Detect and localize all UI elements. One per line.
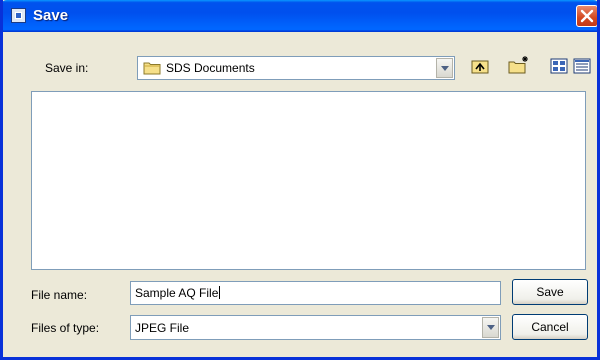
close-button[interactable] (576, 5, 597, 27)
save-in-dropdown-arrow[interactable] (436, 58, 453, 78)
file-name-value-text: Sample AQ File (135, 286, 221, 300)
file-name-label: File name: (31, 288, 88, 302)
folder-icon (143, 62, 161, 75)
text-caret (219, 286, 221, 299)
file-type-label: Files of type: (31, 321, 100, 335)
window-title: Save (33, 7, 69, 24)
save-dialog: Save Save in: SDS Documents File name: S… (0, 0, 600, 360)
details-view-icon (573, 58, 591, 74)
file-type-dropdown[interactable]: JPEG File (130, 315, 501, 340)
file-name-value: Sample AQ File (135, 286, 219, 300)
app-icon (11, 8, 26, 23)
close-icon (580, 9, 594, 23)
save-in-label: Save in: (45, 61, 89, 75)
create-new-folder-button[interactable] (507, 54, 531, 76)
chevron-down-icon (441, 66, 449, 71)
file-name-input[interactable]: Sample AQ File (130, 281, 501, 305)
file-list[interactable] (31, 91, 586, 270)
file-type-dropdown-arrow[interactable] (482, 317, 499, 338)
title-bar[interactable]: Save (3, 0, 597, 32)
up-one-level-button[interactable] (469, 56, 493, 78)
chevron-down-icon (487, 325, 495, 330)
save-in-dropdown[interactable]: SDS Documents (137, 56, 455, 80)
file-type-value: JPEG File (135, 321, 190, 335)
details-view-button[interactable] (572, 56, 594, 78)
new-folder-icon (508, 56, 528, 74)
save-in-value: SDS Documents (166, 61, 255, 75)
cancel-button[interactable]: Cancel (512, 314, 588, 340)
up-folder-icon (471, 60, 489, 74)
view-menu-button[interactable] (549, 56, 571, 78)
view-menu-icon (550, 58, 568, 74)
save-button[interactable]: Save (512, 279, 588, 305)
